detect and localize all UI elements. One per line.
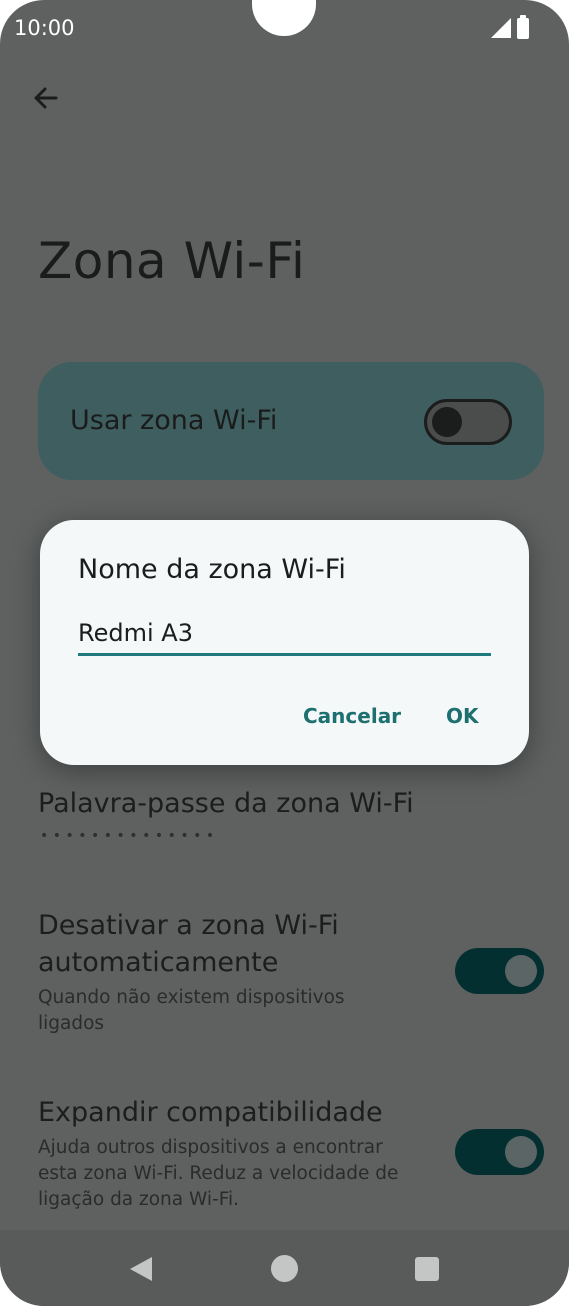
- back-button[interactable]: [28, 80, 64, 116]
- nav-back-icon[interactable]: [130, 1257, 152, 1281]
- switch-knob: [432, 407, 462, 437]
- navigation-bar: [0, 1230, 569, 1306]
- compat-subtitle-line1: Ajuda outros dispositivos a encontrar: [38, 1137, 383, 1158]
- compat-title[interactable]: Expandir compatibilidade: [38, 1094, 383, 1131]
- use-hotspot-toggle-card[interactable]: Usar zona Wi-Fi: [38, 362, 544, 480]
- nav-recents-icon[interactable]: [415, 1257, 439, 1281]
- nav-home-icon[interactable]: [271, 1255, 298, 1282]
- auto-off-switch[interactable]: [455, 948, 544, 994]
- status-icons: [491, 15, 529, 39]
- switch-knob: [505, 1136, 537, 1168]
- password-masked-value: ••••••••••••••: [40, 828, 219, 844]
- auto-off-subtitle-line2: ligados: [38, 1013, 105, 1034]
- cancel-button[interactable]: Cancelar: [303, 704, 401, 728]
- compat-switch[interactable]: [455, 1129, 544, 1175]
- ok-button[interactable]: OK: [446, 704, 479, 728]
- status-time: 10:00: [14, 16, 75, 40]
- auto-off-title-line1[interactable]: Desativar a zona Wi-Fi: [38, 907, 339, 944]
- signal-icon: [491, 18, 511, 38]
- password-title[interactable]: Palavra-passe da zona Wi-Fi: [38, 785, 414, 822]
- auto-off-subtitle-line1: Quando não existem dispositivos: [38, 987, 345, 1008]
- use-hotspot-label: Usar zona Wi-Fi: [70, 405, 278, 436]
- compat-subtitle-line3: ligação da zona Wi-Fi.: [38, 1189, 240, 1210]
- dialog-title: Nome da zona Wi-Fi: [78, 554, 346, 585]
- use-hotspot-switch[interactable]: [424, 399, 512, 445]
- auto-off-title-line2[interactable]: automaticamente: [38, 944, 278, 981]
- switch-knob: [505, 955, 537, 987]
- hotspot-name-input[interactable]: Redmi A3: [78, 612, 491, 656]
- compat-subtitle-line2: esta zona Wi-Fi. Reduz a velocidade de: [38, 1163, 399, 1184]
- arrow-left-icon: [34, 87, 58, 109]
- hotspot-name-dialog: Nome da zona Wi-Fi Redmi A3 Cancelar OK: [40, 520, 529, 765]
- battery-icon: [517, 15, 529, 39]
- camera-notch: [252, 0, 316, 36]
- phone-screen: 10:00 Zona Wi-Fi Usar zona Wi-Fi Palavra…: [0, 0, 569, 1306]
- page-title: Zona Wi-Fi: [38, 232, 306, 290]
